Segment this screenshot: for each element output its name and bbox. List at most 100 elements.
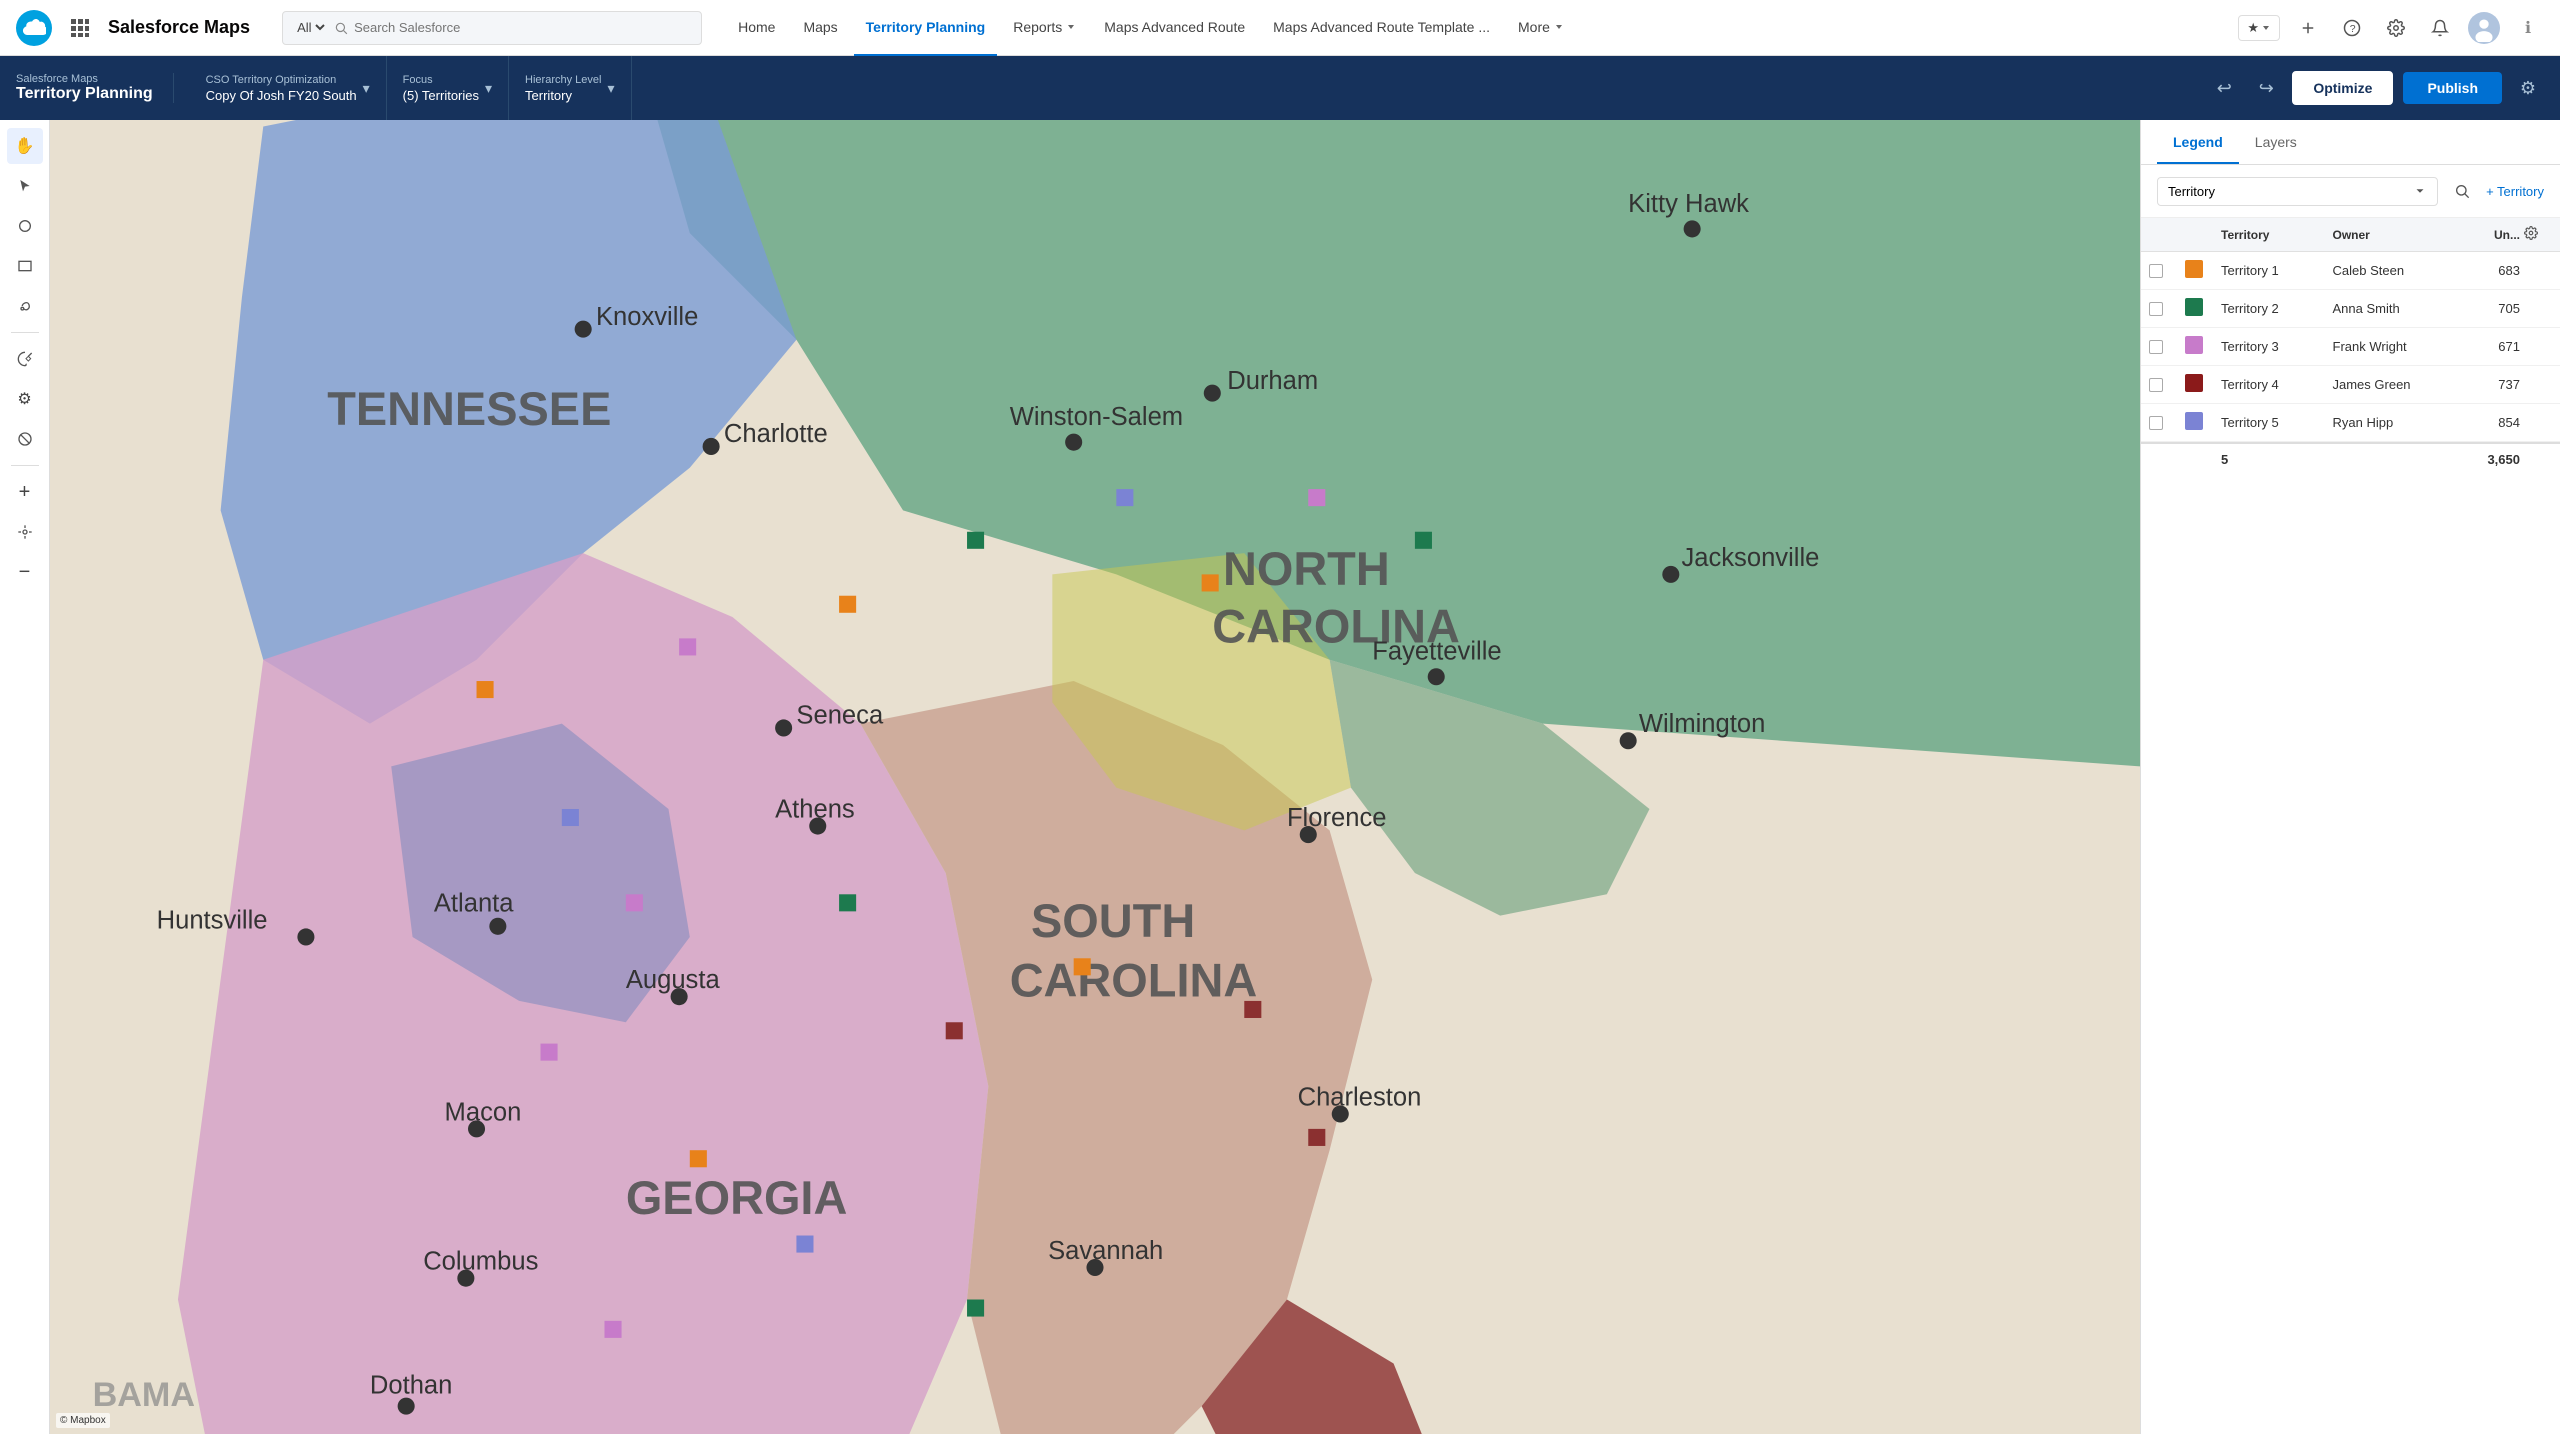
header-settings-col	[2524, 226, 2552, 243]
row3-owner: Frank Wright	[2333, 339, 2445, 354]
sub-navigation: Salesforce Maps Territory Planning CSO T…	[0, 56, 2560, 120]
user-avatar[interactable]	[2468, 12, 2500, 44]
zoom-in-button[interactable]: +	[7, 474, 43, 510]
nav-maps-advanced-route-template[interactable]: Maps Advanced Route Template ...	[1261, 0, 1502, 56]
row3-value: 671	[2444, 339, 2524, 354]
nav-right-actions: ★ ? ℹ	[2238, 12, 2544, 44]
tab-layers[interactable]: Layers	[2239, 120, 2313, 164]
table-row[interactable]: Territory 1 Caleb Steen 683	[2141, 252, 2560, 290]
table-row[interactable]: Territory 2 Anna Smith 705	[2141, 290, 2560, 328]
svg-text:Florence: Florence	[1287, 804, 1387, 832]
paint-tool-button[interactable]	[7, 341, 43, 377]
table-row[interactable]: Territory 5 Ryan Hipp 854	[2141, 404, 2560, 442]
cso-dropdown[interactable]: CSO Territory Optimization Copy Of Josh …	[190, 56, 387, 120]
main-layout: ✋ ⚙ +	[0, 120, 2560, 1434]
undo-button[interactable]: ↩	[2208, 72, 2240, 104]
search-scope[interactable]: All	[293, 19, 328, 36]
notifications-icon[interactable]	[2424, 12, 2456, 44]
cso-chevron-icon: ▾	[363, 80, 370, 97]
svg-text:Seneca: Seneca	[796, 702, 884, 730]
row5-color	[2185, 412, 2221, 433]
tab-legend[interactable]: Legend	[2157, 120, 2239, 164]
row5-territory: Territory 5	[2221, 415, 2333, 430]
territory-select-value: Territory	[2168, 184, 2409, 199]
svg-text:Durham: Durham	[1227, 367, 1318, 395]
cso-label: CSO Territory Optimization	[206, 74, 357, 86]
row4-checkbox[interactable]	[2149, 378, 2185, 392]
table-row[interactable]: Territory 3 Frank Wright 671	[2141, 328, 2560, 366]
help-icon[interactable]: ?	[2336, 12, 2368, 44]
svg-text:Kitty Hawk: Kitty Hawk	[1628, 190, 1749, 218]
restrict-button[interactable]	[7, 421, 43, 457]
subnav-right-actions: ↩ ↪ Optimize Publish ⚙	[2208, 71, 2544, 105]
svg-text:Macon: Macon	[445, 1098, 522, 1126]
row2-owner: Anna Smith	[2333, 301, 2445, 316]
nav-more[interactable]: More	[1506, 0, 1576, 56]
footer-count: 5	[2221, 452, 2333, 467]
search-input[interactable]	[354, 20, 691, 35]
territory-select-dropdown[interactable]: Territory	[2157, 177, 2438, 206]
zoom-out-button[interactable]: −	[7, 554, 43, 590]
search-bar[interactable]: All	[282, 11, 702, 45]
row5-owner: Ryan Hipp	[2333, 415, 2445, 430]
row4-owner: James Green	[2333, 377, 2445, 392]
table-header: Territory Owner Un...	[2141, 218, 2560, 252]
publish-button[interactable]: Publish	[2403, 72, 2502, 104]
subnav-settings-icon[interactable]: ⚙	[2512, 72, 2544, 104]
row1-color	[2185, 260, 2221, 281]
breadcrumb: Salesforce Maps Territory Planning	[16, 73, 174, 103]
hierarchy-label: Hierarchy Level	[525, 74, 601, 86]
row3-territory: Territory 3	[2221, 339, 2333, 354]
svg-text:Charleston: Charleston	[1298, 1083, 1422, 1111]
map-area[interactable]: TENNESSEE NORTH CAROLINA SOUTH CAROLINA …	[50, 120, 2140, 1434]
add-territory-button[interactable]: + Territory	[2486, 184, 2544, 199]
settings-icon[interactable]	[2380, 12, 2412, 44]
row1-owner: Caleb Steen	[2333, 263, 2445, 278]
hierarchy-dropdown[interactable]: Hierarchy Level Territory ▾	[509, 56, 631, 120]
top-navigation: Salesforce Maps All Home Maps Territory …	[0, 0, 2560, 56]
svg-text:BAMA: BAMA	[93, 1376, 195, 1414]
nav-reports[interactable]: Reports	[1001, 0, 1088, 56]
header-owner-col: Owner	[2333, 228, 2445, 242]
right-panel: Legend Layers Territory + Territory Terr…	[2140, 120, 2560, 1434]
nav-home[interactable]: Home	[726, 0, 787, 56]
hand-tool-button[interactable]: ✋	[7, 128, 43, 164]
svg-text:Atlanta: Atlanta	[434, 889, 514, 917]
app-grid-icon[interactable]	[64, 12, 96, 44]
footer-total: 3,650	[2444, 452, 2524, 467]
optimize-button[interactable]: Optimize	[2292, 71, 2393, 105]
rectangle-tool-button[interactable]	[7, 248, 43, 284]
lasso-tool-button[interactable]	[7, 288, 43, 324]
svg-text:Athens: Athens	[775, 796, 855, 824]
row2-checkbox[interactable]	[2149, 302, 2185, 316]
row3-color	[2185, 336, 2221, 357]
focus-dropdown[interactable]: Focus (5) Territories ▾	[387, 56, 509, 120]
left-toolbar: ✋ ⚙ +	[0, 120, 50, 1434]
table-row[interactable]: Territory 4 James Green 737	[2141, 366, 2560, 404]
circle-tool-button[interactable]	[7, 208, 43, 244]
header-territory-col: Territory	[2221, 228, 2333, 242]
svg-text:Columbus: Columbus	[423, 1248, 538, 1276]
map-settings-button[interactable]: ⚙	[7, 381, 43, 417]
row1-checkbox[interactable]	[2149, 264, 2185, 278]
add-icon[interactable]	[2292, 12, 2324, 44]
row3-checkbox[interactable]	[2149, 340, 2185, 354]
svg-text:Fayetteville: Fayetteville	[1372, 638, 1501, 666]
nav-maps[interactable]: Maps	[791, 0, 849, 56]
svg-text:?: ?	[2350, 22, 2356, 34]
svg-text:Wilmington: Wilmington	[1639, 710, 1766, 738]
select-tool-button[interactable]	[7, 168, 43, 204]
panel-search-button[interactable]	[2446, 175, 2478, 207]
cso-value: Copy Of Josh FY20 South	[206, 88, 357, 103]
nav-maps-advanced-route[interactable]: Maps Advanced Route	[1092, 0, 1257, 56]
row5-checkbox[interactable]	[2149, 416, 2185, 430]
favorites-button[interactable]: ★	[2238, 15, 2280, 41]
toolbar-separator-2	[11, 465, 39, 466]
focus-label: Focus	[403, 74, 479, 86]
row2-territory: Territory 2	[2221, 301, 2333, 316]
locate-button[interactable]	[7, 514, 43, 550]
redo-button[interactable]: ↪	[2250, 72, 2282, 104]
nav-territory-planning[interactable]: Territory Planning	[854, 0, 998, 56]
panel-toolbar: Territory + Territory	[2141, 165, 2560, 218]
svg-text:CAROLINA: CAROLINA	[1010, 955, 1258, 1007]
